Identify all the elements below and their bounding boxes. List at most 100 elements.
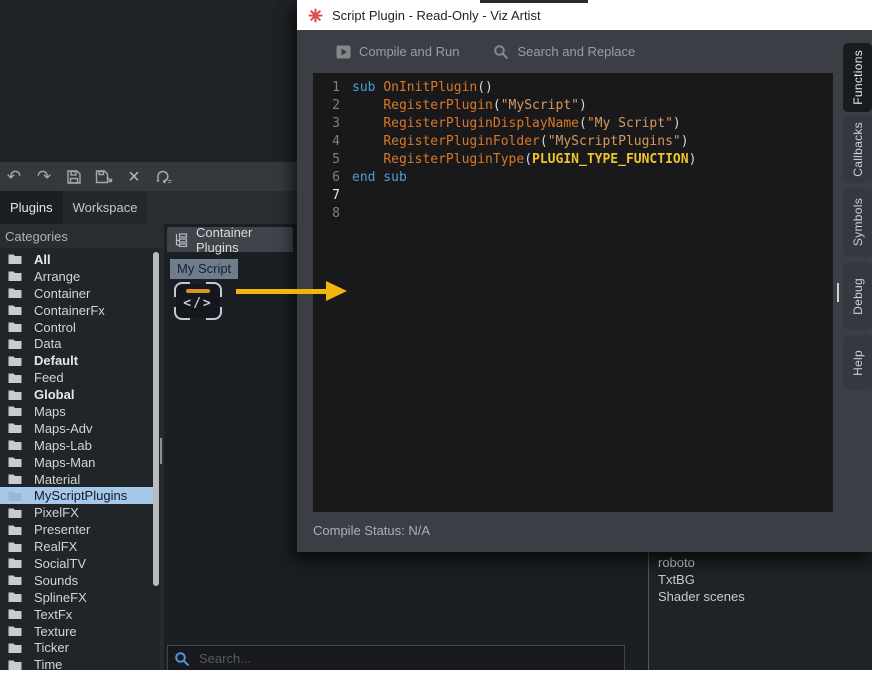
side-tab-help[interactable]: Help [843, 335, 872, 390]
category-item[interactable]: Texture [0, 623, 153, 640]
category-item[interactable]: All [0, 251, 153, 268]
tab-plugins[interactable]: Plugins [0, 191, 63, 224]
my-script-plugin-item[interactable]: My Script </> [170, 259, 232, 325]
plugins-panel-scrollbar[interactable] [160, 438, 162, 464]
side-tab-label: Debug [851, 278, 865, 315]
category-label: Maps-Adv [34, 421, 93, 436]
folder-icon [8, 270, 22, 282]
category-item[interactable]: Control [0, 319, 153, 336]
category-label: Sounds [34, 573, 78, 588]
left-toolbar: ↶ ↷ × [0, 162, 297, 191]
side-tab-symbols[interactable]: Symbols [843, 188, 872, 257]
viz-artist-app: ↶ ↷ × Plugins Workspace [0, 0, 872, 678]
tab-workspace[interactable]: Workspace [63, 191, 148, 224]
category-item[interactable]: Presenter [0, 521, 153, 538]
search-input[interactable] [197, 650, 581, 667]
tab-workspace-label: Workspace [73, 200, 138, 215]
category-label: Default [34, 353, 78, 368]
category-item[interactable]: Sounds [0, 572, 153, 589]
compile-and-run-button[interactable]: Compile and Run [336, 44, 459, 59]
save-icon[interactable] [64, 166, 84, 188]
side-tab-callbacks[interactable]: Callbacks [843, 115, 872, 183]
line-number: 3 [313, 115, 340, 133]
my-script-label: My Script [170, 259, 238, 279]
redo-icon[interactable]: ↷ [34, 166, 54, 188]
category-item[interactable]: SplineFX [0, 589, 153, 606]
script-plugin-icon: </> [174, 282, 222, 320]
category-item[interactable]: Maps-Lab [0, 437, 153, 454]
category-label: Control [34, 320, 76, 335]
folder-icon [8, 642, 22, 654]
scene-list-item[interactable]: roboto [658, 554, 872, 571]
scene-list-item[interactable]: Shader scenes [658, 588, 872, 605]
folder-icon [8, 574, 22, 586]
folder-icon [8, 557, 22, 569]
compile-run-icon [336, 45, 351, 59]
side-tab-label: Help [851, 350, 865, 376]
category-item[interactable]: Data [0, 335, 153, 352]
category-item[interactable]: Container [0, 285, 153, 302]
category-item[interactable]: Maps [0, 403, 153, 420]
category-item[interactable]: Global [0, 386, 153, 403]
side-tab-debug[interactable]: Debug [843, 262, 872, 330]
category-label: PixelFX [34, 505, 79, 520]
category-item[interactable]: Feed [0, 369, 153, 386]
code-text: end sub [352, 169, 407, 187]
category-item[interactable]: Maps-Man [0, 454, 153, 471]
category-label: Ticker [34, 640, 69, 655]
category-item[interactable]: SocialTV [0, 555, 153, 572]
plugin-icon-bar [186, 289, 210, 293]
folder-icon [8, 473, 22, 485]
side-tab-label: Functions [851, 50, 865, 105]
folder-icon [8, 389, 22, 401]
delete-icon[interactable]: × [124, 166, 144, 188]
category-item[interactable]: Arrange [0, 268, 153, 285]
folder-icon [8, 372, 22, 384]
reinit-icon[interactable] [154, 166, 174, 188]
categories-scrollbar[interactable] [153, 252, 159, 586]
code-line: 7 [313, 187, 833, 205]
category-item[interactable]: TextFx [0, 606, 153, 623]
side-tab-functions[interactable]: Functions [843, 43, 872, 112]
category-item[interactable]: Time [0, 656, 153, 670]
category-label: SplineFX [34, 590, 87, 605]
compile-status: Compile Status: N/A [313, 523, 430, 538]
folder-icon [8, 608, 22, 620]
container-plugins-label: Container Plugins [196, 225, 293, 255]
folder-icon [8, 659, 22, 670]
category-item[interactable]: Default [0, 352, 153, 369]
script-plugin-window: Script Plugin - Read-Only - Viz Artist C… [297, 0, 872, 552]
code-line: 3 RegisterPluginDisplayName("My Script") [313, 115, 833, 133]
category-label: All [34, 252, 51, 267]
category-item[interactable]: MyScriptPlugins [0, 487, 153, 504]
search-replace-icon [493, 44, 509, 60]
category-label: RealFX [34, 539, 77, 554]
script-window-titlebar[interactable]: Script Plugin - Read-Only - Viz Artist [297, 0, 872, 30]
folder-icon [8, 456, 22, 468]
scene-list-item[interactable]: TxtBG [658, 571, 872, 588]
category-label: Data [34, 336, 61, 351]
code-editor[interactable]: 1sub OnInitPlugin()2 RegisterPlugin("MyS… [313, 73, 833, 512]
folder-icon [8, 541, 22, 553]
folder-icon [8, 422, 22, 434]
category-item[interactable]: Maps-Adv [0, 420, 153, 437]
category-item[interactable]: RealFX [0, 538, 153, 555]
category-label: Arrange [34, 269, 80, 284]
category-item[interactable]: PixelFX [0, 504, 153, 521]
search-icon [174, 651, 190, 667]
line-number: 1 [313, 79, 340, 97]
undo-icon[interactable]: ↶ [4, 166, 24, 188]
container-plugins-tab[interactable]: Container Plugins [167, 227, 293, 252]
category-label: ContainerFx [34, 303, 105, 318]
editor-resize-handle[interactable] [837, 283, 839, 302]
save-as-icon[interactable] [94, 166, 114, 188]
category-item[interactable]: Material [0, 471, 153, 488]
category-item[interactable]: Ticker [0, 639, 153, 656]
category-item[interactable]: ContainerFx [0, 302, 153, 319]
search-and-replace-button[interactable]: Search and Replace [493, 44, 635, 60]
code-text: RegisterPluginType(PLUGIN_TYPE_FUNCTION) [352, 151, 696, 169]
category-label: MyScriptPlugins [34, 488, 127, 503]
folder-icon [8, 439, 22, 451]
code-line: 2 RegisterPlugin("MyScript") [313, 97, 833, 115]
annotation-arrow [236, 289, 328, 294]
